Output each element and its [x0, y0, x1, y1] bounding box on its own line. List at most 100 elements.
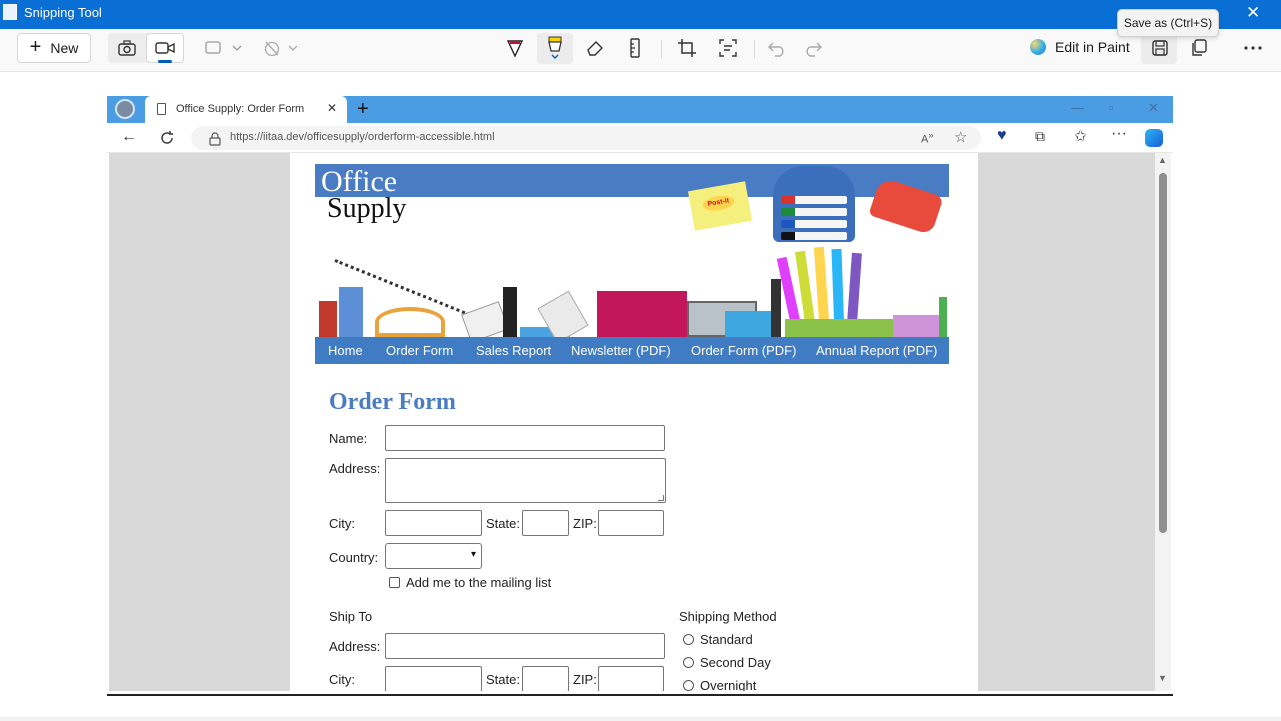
chevron-down-icon[interactable]	[283, 38, 303, 58]
city-label: City:	[329, 516, 355, 531]
chevron-down-icon: ▾	[470, 549, 476, 560]
ship-address-label: Address:	[329, 639, 381, 654]
highlighter-icon[interactable]	[545, 36, 565, 59]
plus-icon: +	[29, 35, 42, 58]
shipping-standard-radio[interactable]	[683, 634, 694, 645]
close-browser-icon[interactable]: ✕	[1148, 100, 1159, 116]
toolbar-separator	[661, 40, 662, 58]
browser-essentials-icon[interactable]: ♥	[997, 127, 1007, 145]
mailing-list-checkbox[interactable]	[389, 577, 400, 588]
favorites-icon[interactable]: ✩	[1074, 127, 1087, 145]
zip-input[interactable]	[598, 510, 664, 536]
state-input[interactable]	[522, 510, 569, 536]
scrollbar-thumb[interactable]	[1159, 173, 1167, 533]
copilot-icon[interactable]	[1145, 129, 1163, 147]
scroll-down-arrow-icon[interactable]: ▼	[1158, 673, 1167, 683]
copy-icon[interactable]	[1189, 38, 1209, 58]
snipping-tool-toolbar: + New Edit in Paint	[0, 29, 1281, 72]
page-scrollbar[interactable]: ▲ ▼	[1155, 153, 1171, 691]
nav-annual-report-pdf[interactable]: Annual Report (PDF)	[816, 343, 937, 358]
zip-label: ZIP:	[573, 516, 597, 531]
close-window-button[interactable]: ✕	[1246, 3, 1260, 23]
shipping-second-day-radio[interactable]	[683, 657, 694, 668]
favorite-star-icon[interactable]: ☆	[954, 128, 967, 146]
video-mode-button[interactable]	[146, 33, 184, 63]
url-text: https://iitaa.dev/officesupply/orderform…	[230, 131, 495, 143]
snipping-tool-app-icon	[3, 4, 17, 20]
new-tab-button[interactable]: +	[357, 98, 369, 121]
supply-item	[319, 301, 337, 337]
save-as-tooltip: Save as (Ctrl+S)	[1117, 9, 1219, 37]
site-logo-line-2: Supply	[327, 193, 407, 224]
ship-address-input[interactable]	[385, 633, 665, 659]
new-snip-button[interactable]: + New	[17, 33, 91, 63]
camera-icon[interactable]	[117, 38, 137, 58]
marker	[781, 220, 847, 228]
ship-to-heading: Ship To	[329, 609, 373, 624]
marker	[781, 208, 847, 216]
delay-timer-icon[interactable]	[262, 38, 282, 58]
page-viewport: Office Supply Post-it Home Order Form Sa…	[109, 153, 1155, 691]
lock-icon	[205, 129, 225, 149]
edit-in-paint-label: Edit in Paint	[1055, 39, 1130, 55]
eraser-icon[interactable]	[585, 38, 605, 58]
selected-mode-indicator	[158, 60, 172, 63]
supply-item	[785, 319, 895, 337]
ship-state-input[interactable]	[522, 666, 569, 691]
postit-logo: Post-it	[701, 193, 736, 213]
back-arrow-icon[interactable]: ←	[121, 128, 137, 146]
ship-city-input[interactable]	[385, 666, 482, 691]
toolbar-separator	[754, 40, 755, 58]
restore-icon[interactable]: ▫	[1109, 100, 1114, 115]
read-aloud-icon[interactable]: A»	[921, 130, 933, 146]
nav-order-form[interactable]: Order Form	[386, 343, 453, 358]
save-as-button[interactable]	[1141, 33, 1177, 64]
rectangle-snip-icon[interactable]	[205, 38, 225, 58]
more-options-icon[interactable]	[1243, 38, 1263, 58]
undo-icon[interactable]	[767, 38, 787, 58]
browser-toolbar: ← https://iitaa.dev/officesupply/orderfo…	[107, 123, 1173, 153]
refresh-icon[interactable]	[157, 128, 177, 148]
nav-sales-report[interactable]: Sales Report	[476, 343, 551, 358]
school-supplies-image	[315, 246, 949, 337]
settings-more-icon[interactable]: ···	[1111, 125, 1127, 143]
chevron-down-icon[interactable]	[227, 38, 247, 58]
captured-browser-window: Office Supply: Order Form ✕ + — ▫ ✕ ← ht…	[107, 96, 1173, 696]
resize-handle[interactable]	[658, 495, 664, 501]
address-textarea[interactable]	[385, 458, 666, 503]
ship-zip-input[interactable]	[598, 666, 664, 691]
browser-tab[interactable]: Office Supply: Order Form ✕	[145, 96, 347, 123]
close-tab-icon[interactable]: ✕	[327, 101, 337, 115]
ballpoint-pen-icon[interactable]	[505, 38, 525, 58]
shipping-overnight-radio[interactable]	[683, 680, 694, 691]
ship-zip-label: ZIP:	[573, 672, 597, 687]
supply-item	[597, 291, 687, 337]
ruler-icon[interactable]	[625, 38, 645, 58]
redo-icon[interactable]	[803, 38, 823, 58]
shipping-overnight-label: Overnight	[700, 678, 757, 691]
sticky-notes-image: Post-it	[687, 181, 753, 231]
name-input[interactable]	[385, 425, 665, 451]
scroll-up-arrow-icon[interactable]: ▲	[1158, 155, 1167, 165]
site-navigation: Home Order Form Sales Report Newsletter …	[315, 337, 949, 364]
mailing-list-label: Add me to the mailing list	[406, 575, 552, 590]
save-icon	[1150, 38, 1170, 58]
edit-in-paint-button[interactable]: Edit in Paint	[1030, 39, 1130, 55]
nav-home[interactable]: Home	[328, 343, 363, 358]
taskbar-edge	[0, 717, 1281, 721]
text-actions-icon[interactable]	[718, 38, 738, 58]
crop-icon[interactable]	[677, 38, 697, 58]
supply-item	[375, 307, 445, 337]
address-bar[interactable]: https://iitaa.dev/officesupply/orderform…	[191, 126, 981, 150]
ship-state-label: State:	[486, 672, 520, 687]
nav-order-form-pdf[interactable]: Order Form (PDF)	[691, 343, 796, 358]
city-input[interactable]	[385, 510, 482, 536]
profile-avatar[interactable]	[115, 99, 135, 119]
country-select[interactable]: ▾	[385, 543, 482, 569]
nav-newsletter-pdf[interactable]: Newsletter (PDF)	[571, 343, 671, 358]
ship-city-label: City:	[329, 672, 355, 687]
extensions-icon[interactable]: ⧉	[1035, 128, 1045, 145]
browser-tab-strip: Office Supply: Order Form ✕ + — ▫ ✕	[107, 96, 1173, 123]
minimize-icon[interactable]: —	[1071, 100, 1084, 115]
capture-mode-toggle	[108, 33, 184, 63]
